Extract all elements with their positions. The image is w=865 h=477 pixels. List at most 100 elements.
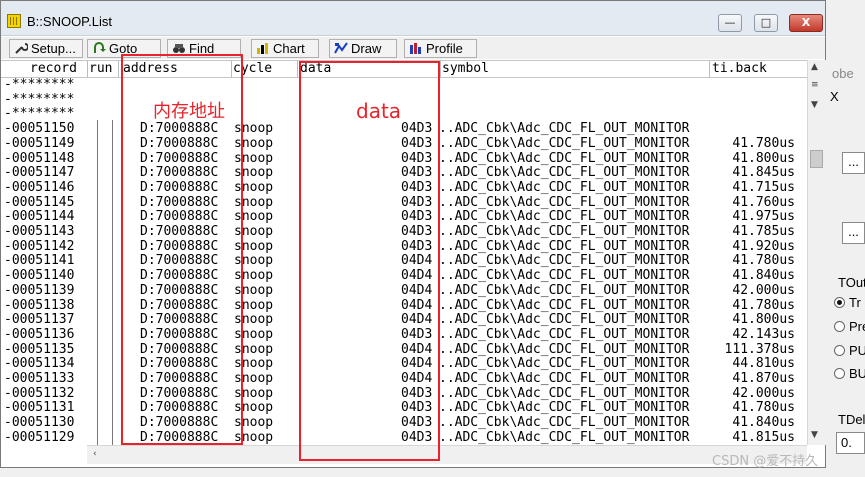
scroll-down-icon[interactable]: ▼ <box>811 430 818 440</box>
row-tiback: 111.378us <box>724 341 795 357</box>
row-tiback: 41.785us <box>732 224 795 239</box>
row-symbol: ..ADC_Cbk\Adc_CDC_FL_OUT_MONITOR <box>439 356 690 372</box>
col-run[interactable]: run <box>89 61 112 77</box>
scroll-up-icon[interactable]: ▲ <box>811 62 818 72</box>
row-symbol: ..ADC_Cbk\Adc_CDC_FL_OUT_MONITOR <box>439 326 690 342</box>
scroll-thumb[interactable] <box>810 150 823 168</box>
row-record: -******** <box>4 91 75 107</box>
row-record: -******** <box>4 77 75 92</box>
app-icon <box>7 14 21 28</box>
row-symbol: ..ADC_Cbk\Adc_CDC_FL_OUT_MONITOR <box>439 135 690 151</box>
row-symbol: ..ADC_Cbk\Adc_CDC_FL_OUT_MONITOR <box>439 400 690 416</box>
row-record: -00051142 <box>4 238 75 254</box>
row-tiback: 44.810us <box>732 356 795 372</box>
col-tiback[interactable]: ti.back <box>712 61 767 77</box>
row-record: -00051141 <box>4 253 75 269</box>
row-symbol: ..ADC_Cbk\Adc_CDC_FL_OUT_MONITOR <box>439 282 690 298</box>
radio-bu[interactable] <box>834 368 845 379</box>
side-browse-button[interactable]: ... <box>842 152 865 174</box>
side-fragment-obe: obe <box>832 66 854 81</box>
row-tiback: 42.000us <box>732 282 795 298</box>
setup-label: Setup... <box>31 41 76 56</box>
col-record[interactable]: record <box>30 61 77 77</box>
row-record: -00051134 <box>4 356 75 372</box>
col-separator[interactable] <box>297 61 298 77</box>
row-record: -00051140 <box>4 268 75 284</box>
tdel-input[interactable]: 0. <box>836 432 865 454</box>
address-annotation: 内存地址 <box>153 101 225 122</box>
row-record: -00051136 <box>4 326 75 342</box>
row-tiback: 41.840us <box>732 415 795 431</box>
horizontal-scrollbar[interactable]: ‹ <box>87 445 807 464</box>
chart-label: Chart <box>273 41 305 56</box>
col-symbol[interactable]: symbol <box>442 61 489 77</box>
scroll-down-small-icon[interactable]: ▼ <box>811 100 818 110</box>
side-browse-button[interactable]: ... <box>842 222 865 244</box>
scroll-top-icon[interactable]: ≡ <box>811 80 819 90</box>
row-record: -00051148 <box>4 150 75 166</box>
row-symbol: ..ADC_Cbk\Adc_CDC_FL_OUT_MONITOR <box>439 429 690 445</box>
row-symbol: ..ADC_Cbk\Adc_CDC_FL_OUT_MONITOR <box>439 415 690 431</box>
draw-label: Draw <box>351 41 382 56</box>
row-symbol: ..ADC_Cbk\Adc_CDC_FL_OUT_MONITOR <box>439 341 690 357</box>
radio-bu-label: BU <box>849 366 865 381</box>
row-tiback: 41.920us <box>732 238 795 254</box>
row-symbol: ..ADC_Cbk\Adc_CDC_FL_OUT_MONITOR <box>439 371 690 386</box>
title-bar[interactable]: B::SNOOP.List — □ X <box>1 1 825 36</box>
row-symbol: ..ADC_Cbk\Adc_CDC_FL_OUT_MONITOR <box>439 209 690 225</box>
row-tiback: 41.715us <box>732 179 795 195</box>
row-record: -00051147 <box>4 165 75 181</box>
row-tiback: 41.760us <box>732 194 795 210</box>
row-tiback: 42.000us <box>732 385 795 401</box>
tdel-label: TDel <box>838 412 865 427</box>
radio-pu[interactable] <box>834 345 845 356</box>
row-tiback: 41.845us <box>732 165 795 181</box>
row-record: -00051130 <box>4 415 75 431</box>
row-symbol: ..ADC_Cbk\Adc_CDC_FL_OUT_MONITOR <box>439 268 690 284</box>
row-tiback: 41.800us <box>732 312 795 328</box>
window-title: B::SNOOP.List <box>27 14 113 29</box>
wrench-icon <box>15 43 28 54</box>
col-separator[interactable] <box>709 61 710 77</box>
close-button[interactable]: X <box>789 14 823 32</box>
row-record: -00051132 <box>4 385 75 401</box>
radio-pre[interactable] <box>834 321 845 332</box>
setup-button[interactable]: Setup... <box>9 39 83 58</box>
profile-button[interactable]: Profile <box>404 39 477 58</box>
row-record: -00051146 <box>4 179 75 195</box>
data-annotation: data <box>356 99 402 123</box>
col-separator[interactable] <box>118 61 119 77</box>
row-tiback: 42.143us <box>732 326 795 342</box>
row-symbol: ..ADC_Cbk\Adc_CDC_FL_OUT_MONITOR <box>439 179 690 195</box>
row-tiback: 41.780us <box>732 253 795 269</box>
row-symbol: ..ADC_Cbk\Adc_CDC_FL_OUT_MONITOR <box>439 224 690 239</box>
row-record: -00051131 <box>4 400 75 416</box>
draw-button[interactable]: Draw <box>329 39 397 58</box>
row-record: -******** <box>4 106 75 122</box>
row-symbol: ..ADC_Cbk\Adc_CDC_FL_OUT_MONITOR <box>439 253 690 269</box>
chart-button[interactable]: Chart <box>251 39 319 58</box>
tout-label: TOut <box>838 275 865 290</box>
row-symbol: ..ADC_Cbk\Adc_CDC_FL_OUT_MONITOR <box>439 121 690 137</box>
col-separator[interactable] <box>440 61 441 77</box>
row-symbol: ..ADC_Cbk\Adc_CDC_FL_OUT_MONITOR <box>439 297 690 313</box>
col-separator[interactable] <box>87 61 88 77</box>
vertical-scrollbar[interactable]: ▲ ≡ ▼ ▼ <box>807 60 826 445</box>
row-record: -00051129 <box>4 429 75 445</box>
chart-icon <box>257 43 268 54</box>
row-tiback: 41.975us <box>732 209 795 225</box>
row-tiback: 41.780us <box>732 297 795 313</box>
minimize-button[interactable]: — <box>718 14 742 32</box>
row-symbol: ..ADC_Cbk\Adc_CDC_FL_OUT_MONITOR <box>439 150 690 166</box>
radio-tr[interactable] <box>834 297 845 308</box>
profile-icon <box>410 43 421 54</box>
scroll-left-icon[interactable]: ‹ <box>93 449 97 459</box>
radio-pre-label: Pre <box>849 319 865 334</box>
row-tiback: 41.800us <box>732 150 795 166</box>
row-symbol: ..ADC_Cbk\Adc_CDC_FL_OUT_MONITOR <box>439 194 690 210</box>
row-symbol: ..ADC_Cbk\Adc_CDC_FL_OUT_MONITOR <box>439 385 690 401</box>
maximize-button[interactable]: □ <box>754 14 778 32</box>
row-record: -00051138 <box>4 297 75 313</box>
goto-arrow-icon <box>94 42 106 53</box>
radio-pu-label: PU <box>849 343 865 358</box>
